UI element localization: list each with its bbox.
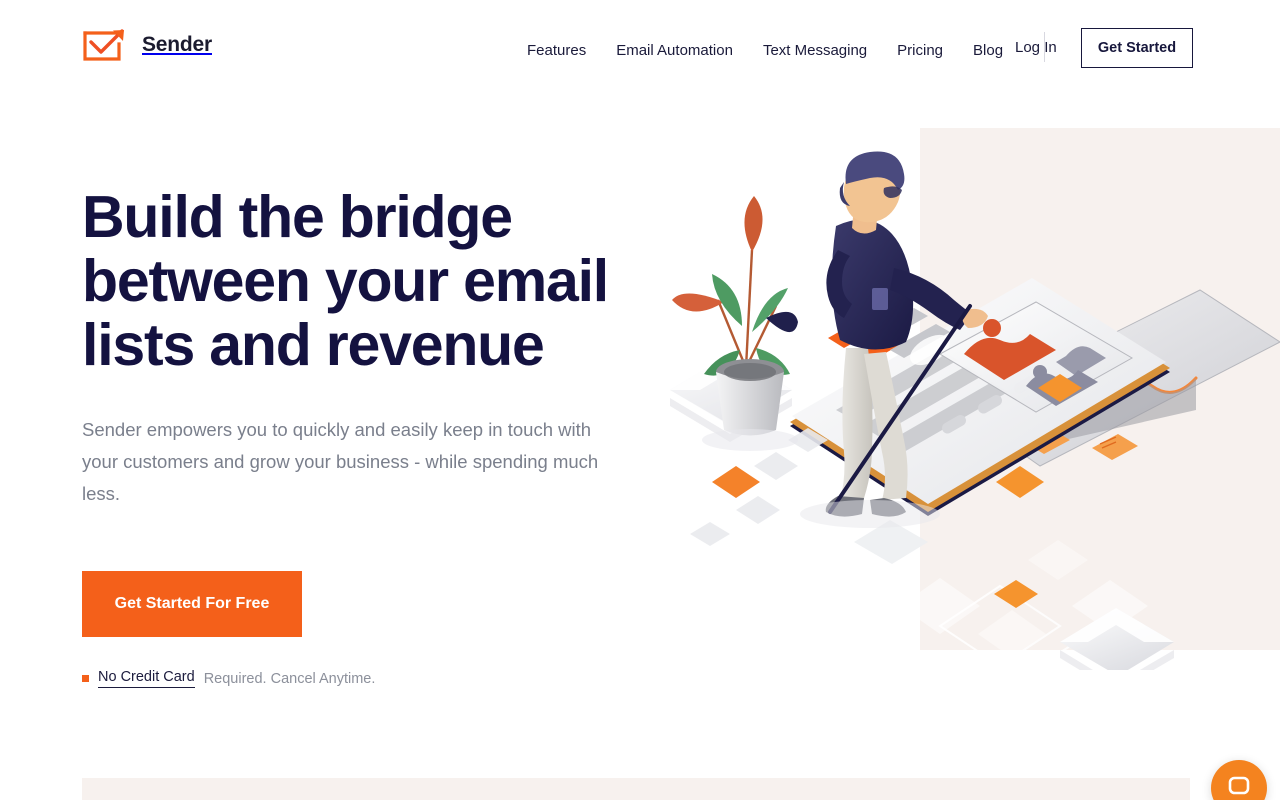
primary-nav: Features Email Automation Text Messaging… <box>527 32 1046 62</box>
get-started-button[interactable]: Get Started <box>1081 28 1193 68</box>
site-header: Sender Features Email Automation Text Me… <box>0 0 1280 96</box>
chat-widget-button[interactable] <box>1211 760 1267 800</box>
no-credit-card-note: No Credit Card Required. Cancel Anytime. <box>82 669 702 688</box>
nav-item-features[interactable]: Features <box>527 42 586 59</box>
nav-item-text-messaging[interactable]: Text Messaging <box>763 42 867 59</box>
no-credit-card-rest: Required. Cancel Anytime. <box>203 670 376 687</box>
nav-item-blog[interactable]: Blog <box>973 42 1003 59</box>
hero-headline: Build the bridge between your email list… <box>82 184 609 378</box>
hero-section: Build the bridge between your email list… <box>82 185 702 688</box>
envelope-check-arrow-icon <box>82 28 128 62</box>
page-root: Sender Features Email Automation Text Me… <box>0 0 1280 800</box>
login-link[interactable]: Log In <box>1015 39 1057 56</box>
next-section-panel <box>82 778 1190 800</box>
brand-name: Sender <box>142 33 212 56</box>
square-bullet-icon <box>82 675 89 682</box>
hero-subheadline: Sender empowers you to quickly and easil… <box>82 419 599 504</box>
brand-logo[interactable]: Sender <box>82 28 212 62</box>
nav-item-email-automation[interactable]: Email Automation <box>616 42 733 59</box>
hero-illustration-panel <box>920 128 1280 650</box>
get-started-for-free-button[interactable]: Get Started For Free <box>82 571 302 637</box>
nav-item-pricing[interactable]: Pricing <box>897 42 943 59</box>
no-credit-card-link[interactable]: No Credit Card <box>98 669 195 688</box>
chat-bubble-icon <box>1226 773 1252 800</box>
